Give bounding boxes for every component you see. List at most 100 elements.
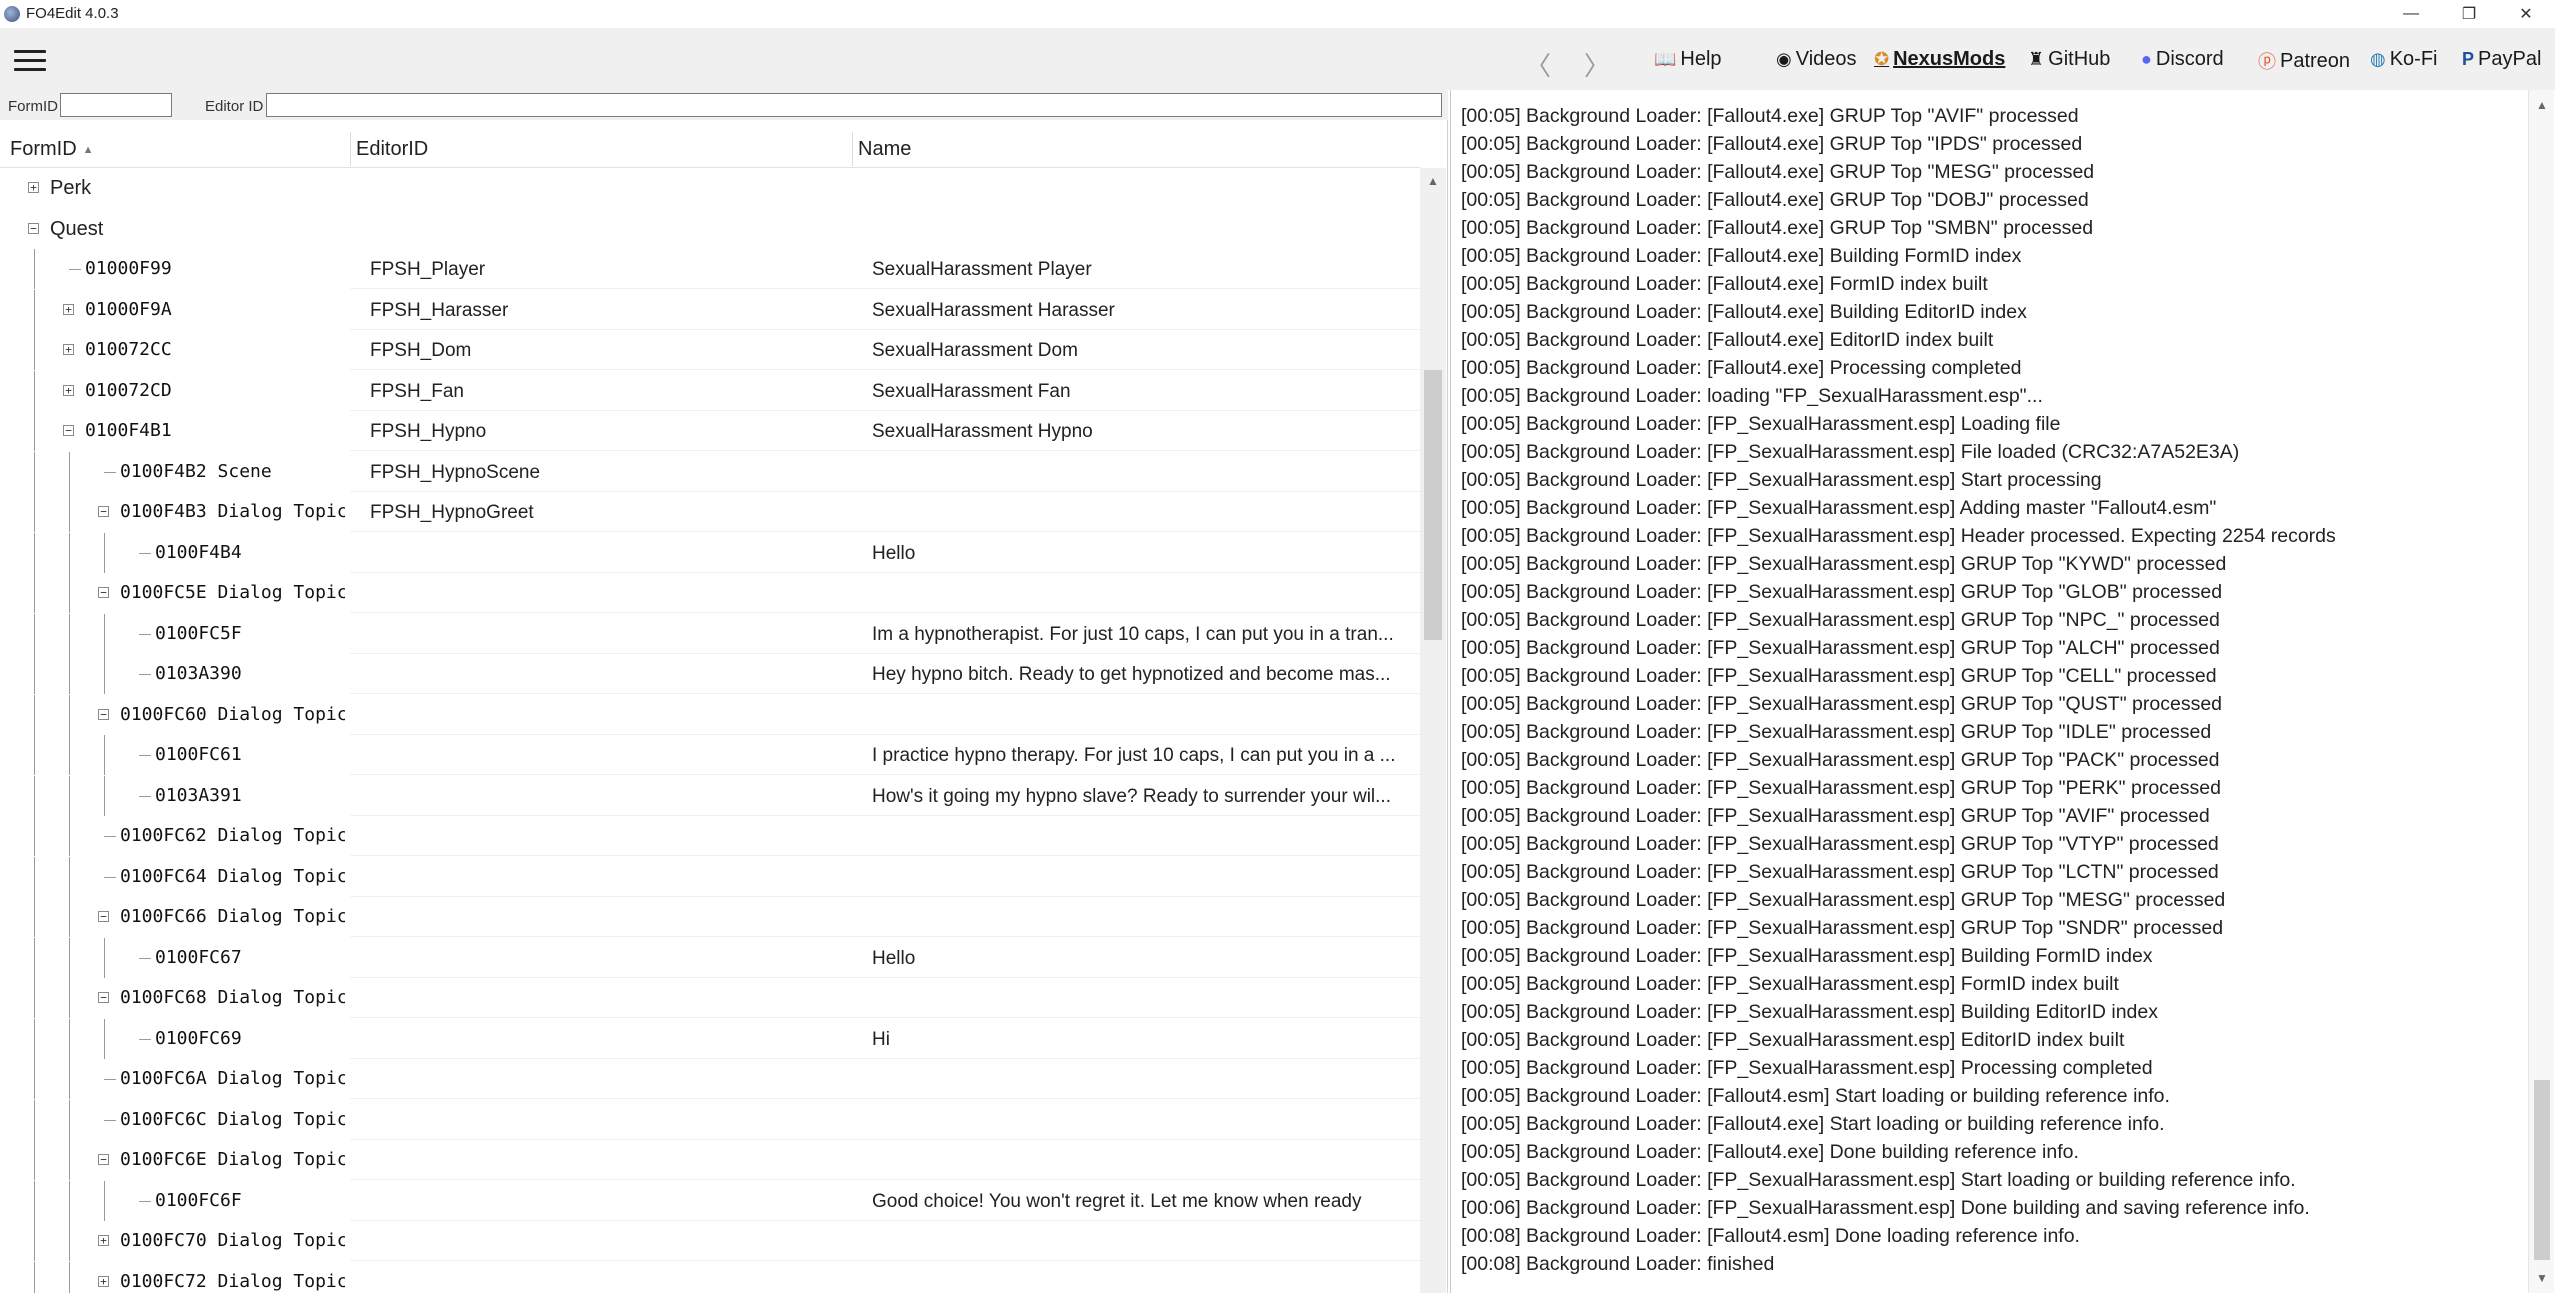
column-header-editorid[interactable]: EditorID bbox=[356, 138, 428, 161]
tree-guide-line bbox=[34, 654, 35, 694]
tree-record-row[interactable]: 0100FC62 Dialog Topic bbox=[0, 816, 1420, 856]
column-header-formid-label: FormID bbox=[10, 138, 77, 160]
back-arrow-icon[interactable]: 〈 bbox=[1525, 46, 1551, 83]
kofi-link[interactable]: ◍ Ko-Fi bbox=[2370, 48, 2438, 71]
tree-connector-line bbox=[69, 269, 81, 270]
collapse-icon[interactable]: − bbox=[98, 911, 109, 922]
column-header-formid[interactable]: FormID ▲ bbox=[10, 138, 94, 161]
collapse-icon[interactable]: − bbox=[98, 992, 109, 1003]
log-line: [00:05] Background Loader: [FP_SexualHar… bbox=[1461, 469, 2102, 491]
tree-record-row[interactable]: 01000F99 FPSH_Player SexualHarassment Play… bbox=[0, 249, 1420, 289]
videos-link[interactable]: ◉ Videos bbox=[1776, 48, 1857, 71]
log-line: [00:05] Background Loader: loading "FP_S… bbox=[1461, 385, 2043, 407]
tree-guide-line bbox=[34, 371, 35, 411]
scroll-up-arrow-icon[interactable]: ▲ bbox=[2536, 98, 2548, 112]
tree-record-row[interactable]: 0103A390 Hey hypno bitch. Ready to get hy… bbox=[0, 654, 1420, 694]
collapse-icon[interactable]: − bbox=[98, 709, 109, 720]
tree-group-row[interactable]: + Perk bbox=[0, 168, 1420, 208]
tree-record-row[interactable]: −0100FC68 Dialog Topic bbox=[0, 978, 1420, 1018]
paypal-link[interactable]: P PayPal bbox=[2462, 48, 2541, 71]
column-header-name[interactable]: Name bbox=[858, 138, 911, 161]
tree-record-row[interactable]: +010072CD FPSH_Fan SexualHarassment Fan bbox=[0, 371, 1420, 411]
row-divider bbox=[350, 288, 1420, 289]
log-line: [00:05] Background Loader: [FP_SexualHar… bbox=[1461, 1169, 2296, 1191]
tree-record-row[interactable]: +01000F9A FPSH_Harasser SexualHarassment H… bbox=[0, 290, 1420, 330]
formid-cell: 0100FC6E Dialog Topic bbox=[120, 1149, 345, 1170]
tree-record-row[interactable]: 0100FC69 Hi bbox=[0, 1019, 1420, 1059]
expand-icon[interactable]: + bbox=[63, 304, 74, 315]
tree-guide-line bbox=[69, 735, 70, 775]
maximize-button[interactable]: ❐ bbox=[2440, 0, 2498, 28]
log-line: [00:05] Background Loader: [Fallout4.exe… bbox=[1461, 1113, 2165, 1135]
tree-record-row[interactable]: 0100F4B4 Hello bbox=[0, 533, 1420, 573]
collapse-icon[interactable]: − bbox=[28, 223, 39, 234]
tree-record-row[interactable]: +0100FC70 Dialog Topic bbox=[0, 1221, 1420, 1261]
scroll-down-arrow-icon[interactable]: ▼ bbox=[2536, 1271, 2548, 1285]
tree-record-row[interactable]: 0100FC67 Hello bbox=[0, 938, 1420, 978]
tree-record-row[interactable]: 0100FC61 I practice hypno therapy. For ju… bbox=[0, 735, 1420, 775]
log-line: [00:05] Background Loader: [FP_SexualHar… bbox=[1461, 833, 2219, 855]
discord-link[interactable]: ● Discord bbox=[2141, 48, 2224, 71]
tree-guide-line bbox=[34, 452, 35, 492]
tree-record-row[interactable]: −0100F4B1 FPSH_Hypno SexualHarassment Hypn… bbox=[0, 411, 1420, 451]
formid-filter-input[interactable] bbox=[60, 93, 172, 117]
tree-record-row[interactable]: 0100FC6C Dialog Topic bbox=[0, 1100, 1420, 1140]
editorid-filter-input[interactable] bbox=[266, 93, 1442, 117]
tree-record-row[interactable]: 0100FC6A Dialog Topic bbox=[0, 1059, 1420, 1099]
help-link[interactable]: 📖 Help bbox=[1654, 48, 1722, 71]
nexusmods-link[interactable]: ✪ NexusMods bbox=[1874, 48, 2005, 71]
log-line: [00:05] Background Loader: [FP_SexualHar… bbox=[1461, 1001, 2158, 1023]
patreon-link[interactable]: ⓟ Patreon bbox=[2258, 48, 2350, 74]
formid-cell: 0100FC69 bbox=[155, 1028, 242, 1049]
name-cell: I practice hypno therapy. For just 10 ca… bbox=[872, 745, 1396, 766]
tree-group-row[interactable]: − Quest bbox=[0, 209, 1420, 249]
collapse-icon[interactable]: − bbox=[98, 587, 109, 598]
forward-arrow-icon[interactable]: 〉 bbox=[1584, 46, 1610, 83]
column-separator[interactable] bbox=[852, 132, 853, 166]
scrollbar-thumb[interactable] bbox=[2534, 1080, 2550, 1260]
tree-record-row[interactable]: 0103A391 How's it going my hypno slave? R… bbox=[0, 776, 1420, 816]
expand-icon[interactable]: + bbox=[63, 385, 74, 396]
tree-record-row[interactable]: −0100FC66 Dialog Topic bbox=[0, 897, 1420, 937]
collapse-icon[interactable]: − bbox=[98, 506, 109, 517]
tree-record-row[interactable]: −0100FC60 Dialog Topic bbox=[0, 695, 1420, 735]
scroll-up-arrow-icon[interactable]: ▲ bbox=[1427, 174, 1439, 188]
tree-record-row[interactable]: +010072CC FPSH_Dom SexualHarassment Dom bbox=[0, 330, 1420, 370]
editorid-cell: FPSH_Fan bbox=[370, 381, 464, 402]
expand-icon[interactable]: + bbox=[63, 344, 74, 355]
tree-guide-line bbox=[34, 573, 35, 613]
hamburger-menu-icon[interactable] bbox=[14, 50, 46, 72]
kofi-icon: ◍ bbox=[2370, 49, 2386, 69]
collapse-icon[interactable]: − bbox=[63, 425, 74, 436]
tree-connector-line bbox=[139, 796, 151, 797]
expand-icon[interactable]: + bbox=[28, 182, 39, 193]
close-button[interactable]: ✕ bbox=[2497, 0, 2555, 28]
formid-cell: 01000F99 bbox=[85, 258, 172, 279]
kofi-label: Ko-Fi bbox=[2389, 48, 2438, 70]
github-link[interactable]: ♜ GitHub bbox=[2028, 48, 2110, 71]
tree-guide-line bbox=[34, 1059, 35, 1099]
formid-cell: 0100FC72 Dialog Topic bbox=[120, 1271, 345, 1292]
tree-record-row[interactable]: +0100FC72 Dialog Topic bbox=[0, 1262, 1420, 1293]
tree-record-row[interactable]: −0100F4B3 Dialog Topic FPSH_HypnoGreet bbox=[0, 492, 1420, 532]
tree-vertical-scrollbar[interactable]: ▲ bbox=[1420, 168, 1446, 1293]
tree-guide-line bbox=[104, 1181, 105, 1221]
tree-record-row[interactable]: 0100F4B2 Scene FPSH_HypnoScene bbox=[0, 452, 1420, 492]
scrollbar-thumb[interactable] bbox=[1424, 370, 1442, 640]
collapse-icon[interactable]: − bbox=[98, 1154, 109, 1165]
paypal-label: PayPal bbox=[2478, 48, 2542, 70]
tree-record-row[interactable]: 0100FC6F Good choice! You won't regret it… bbox=[0, 1181, 1420, 1221]
expand-icon[interactable]: + bbox=[98, 1276, 109, 1287]
formid-cell: 0100F4B3 Dialog Topic bbox=[120, 501, 345, 522]
tree-record-row[interactable]: −0100FC6E Dialog Topic bbox=[0, 1140, 1420, 1180]
minimize-button[interactable]: — bbox=[2382, 0, 2440, 28]
column-separator[interactable] bbox=[350, 132, 351, 166]
log-line: [00:05] Background Loader: [FP_SexualHar… bbox=[1461, 665, 2217, 687]
tree-record-row[interactable]: 0100FC5F Im a hypnotherapist. For just 10… bbox=[0, 614, 1420, 654]
tree-record-row[interactable]: 0100FC64 Dialog Topic bbox=[0, 857, 1420, 897]
expand-icon[interactable]: + bbox=[98, 1235, 109, 1246]
tree-record-row[interactable]: −0100FC5E Dialog Topic bbox=[0, 573, 1420, 613]
patreon-label: Patreon bbox=[2280, 49, 2351, 72]
log-vertical-scrollbar[interactable]: ▲ ▼ bbox=[2528, 90, 2554, 1293]
editorid-cell: FPSH_HypnoScene bbox=[370, 462, 541, 483]
